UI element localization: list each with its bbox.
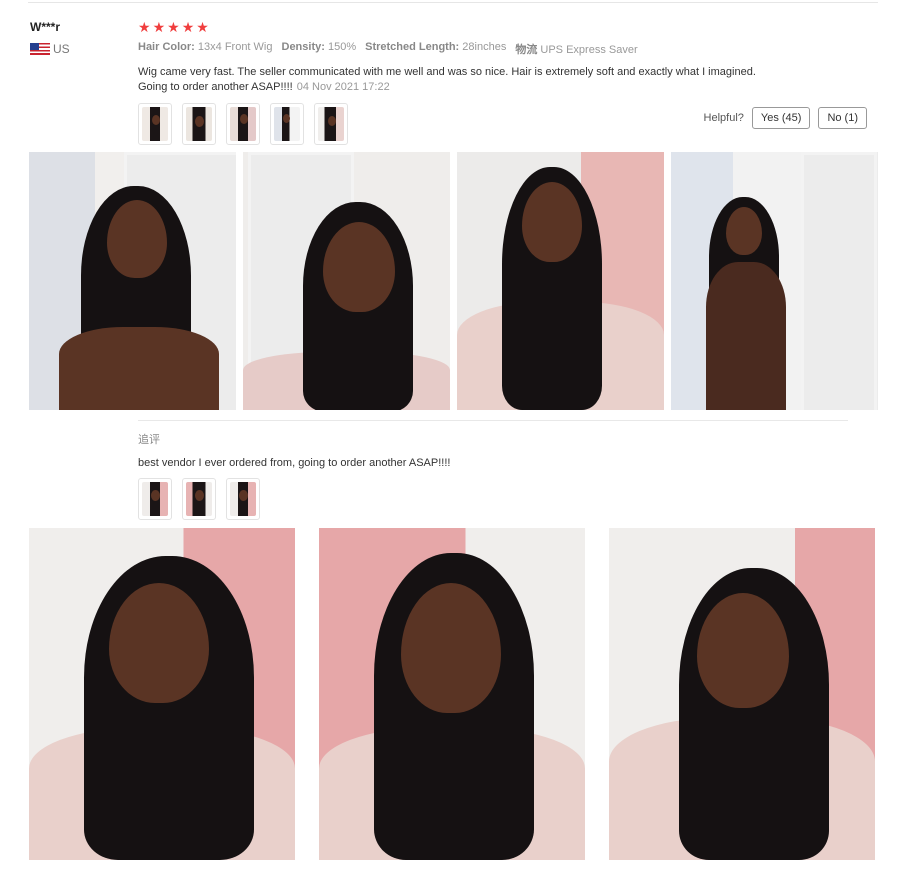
followup-divider xyxy=(138,420,848,421)
review-photo[interactable] xyxy=(319,528,585,860)
star-icon: ★ xyxy=(167,19,180,35)
followup-thumbnails xyxy=(138,478,260,520)
attribute-shipping: 物流 UPS Express Saver xyxy=(515,44,638,56)
us-flag-icon xyxy=(30,43,50,55)
review-photo[interactable] xyxy=(671,152,878,410)
helpful-yes-button[interactable]: Yes (45) xyxy=(751,107,811,129)
thumbnail[interactable] xyxy=(226,103,260,145)
attribute-density: Density: 150% xyxy=(281,41,357,53)
star-rating: ★ ★ ★ ★ ★ xyxy=(138,20,878,34)
review-text: Wig came very fast. The seller communica… xyxy=(138,66,756,93)
followup-photo-row xyxy=(29,528,875,860)
top-divider xyxy=(28,2,878,3)
review-date: 04 Nov 2021 17:22 xyxy=(296,81,390,93)
review-photo-row xyxy=(29,152,878,410)
helpful-vote: Helpful? Yes (45) No (1) xyxy=(704,107,867,129)
helpful-no-button[interactable]: No (1) xyxy=(818,107,867,129)
reviewer-country: US xyxy=(30,42,70,56)
review-comment: Wig came very fast. The seller communica… xyxy=(138,65,758,95)
followup-title: 追评 xyxy=(138,434,160,446)
thumbnail[interactable] xyxy=(182,103,216,145)
helpful-label: Helpful? xyxy=(703,112,744,124)
review-photo[interactable] xyxy=(457,152,664,410)
thumbnail[interactable] xyxy=(138,478,172,520)
review-photo[interactable] xyxy=(243,152,450,410)
star-icon: ★ xyxy=(181,19,195,35)
star-icon: ★ xyxy=(138,19,151,35)
thumbnail[interactable] xyxy=(182,478,216,520)
review-photo[interactable] xyxy=(29,152,236,410)
reviewer-info: W***r US xyxy=(30,20,70,56)
thumbnail[interactable] xyxy=(314,103,348,145)
star-icon: ★ xyxy=(196,19,209,35)
star-icon: ★ xyxy=(152,19,166,35)
thumbnail[interactable] xyxy=(270,103,304,145)
thumbnail[interactable] xyxy=(226,478,260,520)
reviewer-name: W***r xyxy=(30,20,61,34)
country-code: US xyxy=(53,42,70,56)
attribute-hair-color: Hair Color: 13x4 Front Wig xyxy=(138,41,273,53)
followup-text: best vendor I ever ordered from, going t… xyxy=(138,457,451,469)
review-photo[interactable] xyxy=(609,528,875,860)
attribute-length: Stretched Length: 28inches xyxy=(365,41,507,53)
thumbnail[interactable] xyxy=(138,103,172,145)
review-photo[interactable] xyxy=(29,528,295,860)
product-attributes: Hair Color: 13x4 Front Wig Density: 150%… xyxy=(138,41,878,57)
